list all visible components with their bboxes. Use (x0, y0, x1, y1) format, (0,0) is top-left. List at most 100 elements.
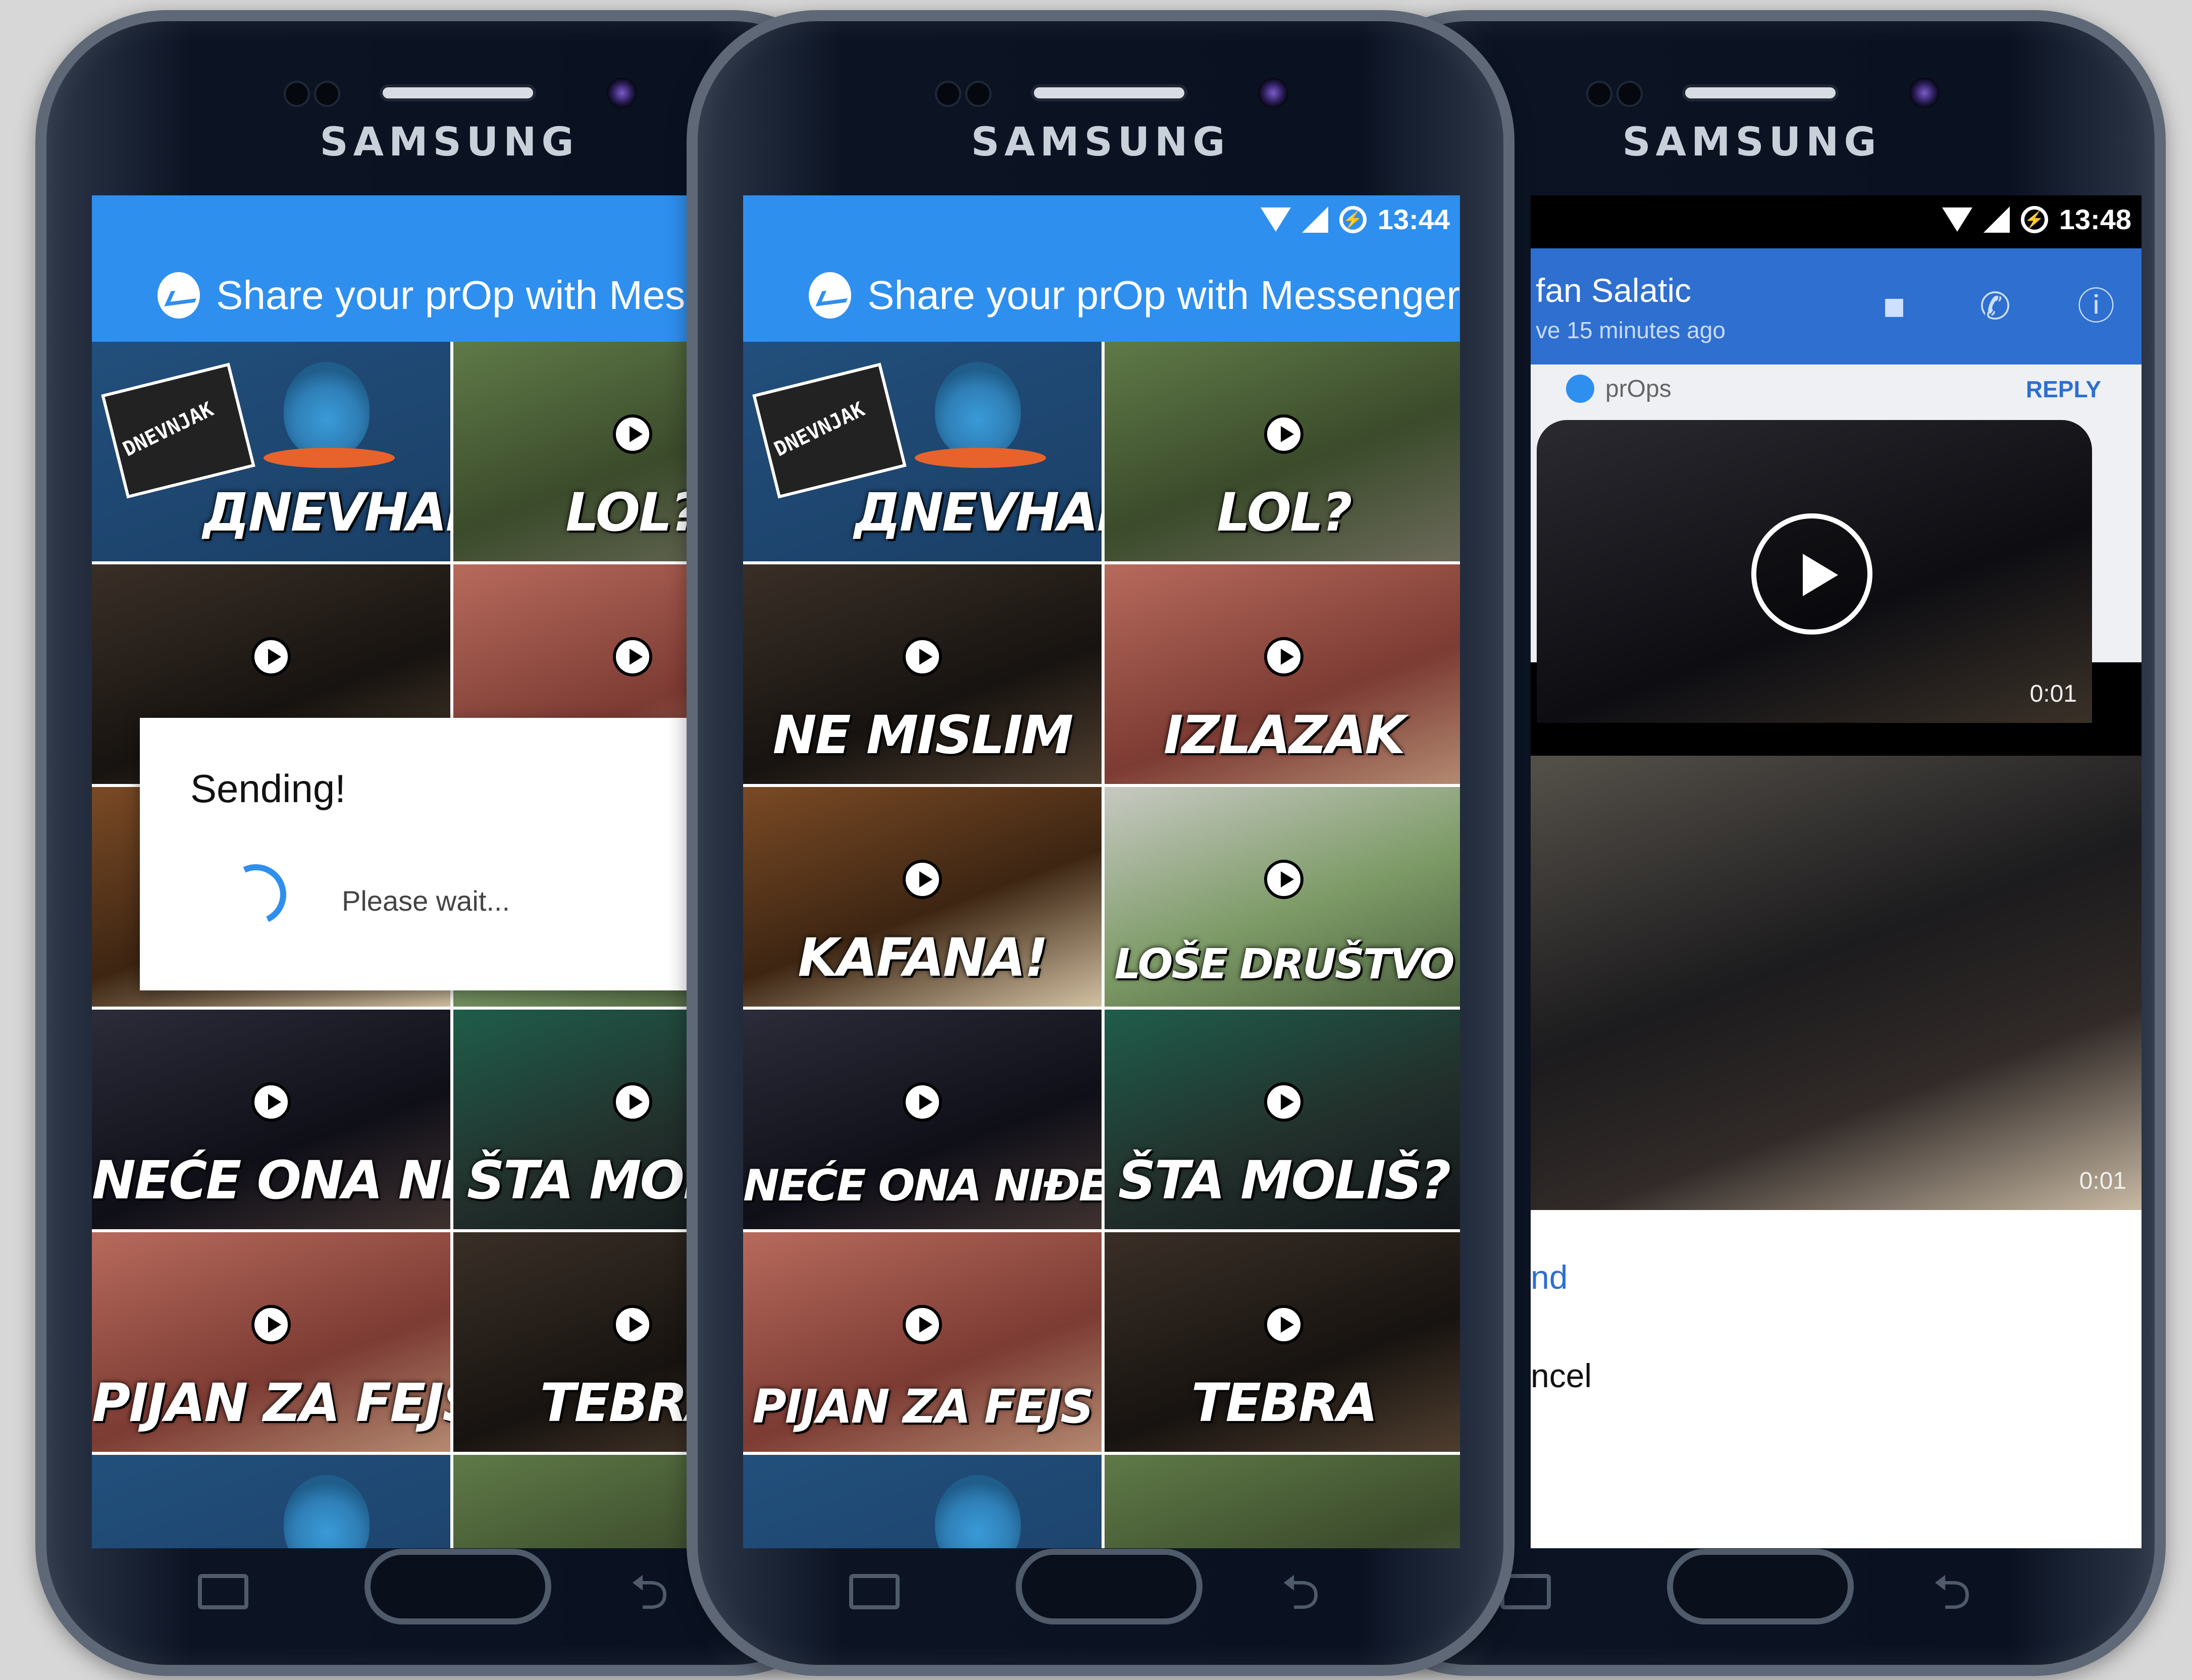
battery-icon: ⚡ (2020, 205, 2048, 233)
info-icon[interactable]: ⓘ (2076, 286, 2116, 327)
action-sheet: nd ncel (1531, 1210, 2142, 1548)
contact-name[interactable]: fan Salatic (1536, 271, 1691, 309)
tile-label: NE MISLIM (772, 704, 1074, 766)
video-message[interactable]: 0:01 (1537, 420, 2092, 723)
play-icon (613, 637, 652, 676)
prop-tile[interactable] (743, 1455, 1102, 1548)
prop-tile[interactable]: LOL? (1105, 342, 1460, 561)
status-bar: ⚡ 13:44 (743, 195, 1460, 248)
tile-label: ДNEVHAK (854, 482, 1102, 543)
home-button[interactable] (364, 1549, 551, 1624)
play-icon (1264, 1304, 1303, 1344)
cancel-option[interactable]: ncel (1531, 1356, 1592, 1395)
tile-label: ДNEVHAK (203, 482, 450, 543)
home-button[interactable] (1016, 1549, 1203, 1624)
moneybag-globe-icon (935, 1475, 1021, 1548)
recent-apps-icon[interactable] (849, 1574, 900, 1609)
back-icon[interactable]: ⮌ (630, 1568, 686, 1617)
back-icon[interactable]: ⮌ (1281, 1568, 1337, 1617)
battery-icon: ⚡ (1339, 205, 1367, 233)
signal-icon (1983, 206, 2010, 233)
earpiece-speaker (1031, 84, 1187, 101)
back-icon[interactable]: ⮌ (1933, 1568, 1988, 1617)
front-camera-icon (1909, 78, 1940, 108)
play-icon (903, 1082, 942, 1122)
tile-label: LOŠE DRUŠTVO (1114, 940, 1454, 988)
prop-tile[interactable] (1105, 1455, 1460, 1548)
play-icon (613, 1304, 652, 1344)
play-icon (613, 1082, 652, 1122)
prop-tile[interactable]: DNEVNJAK ДNEVHAK (92, 342, 450, 561)
prop-tile[interactable]: DNEVNJAK ДNEVHAK (743, 342, 1102, 561)
play-icon (613, 414, 652, 454)
props-sender: prOps (1566, 375, 1672, 403)
sensor-dot (1586, 81, 1612, 107)
wifi-icon (1942, 207, 1972, 232)
props-label: prOps (1605, 375, 1672, 402)
front-camera-icon (607, 78, 637, 108)
wifi-icon (1260, 207, 1291, 232)
tile-label: ŠTA MOLIŠ? (1118, 1149, 1451, 1211)
signal-icon (1301, 206, 1328, 233)
recent-apps-icon[interactable] (198, 1574, 248, 1609)
clapper-icon: DNEVNJAK (101, 362, 255, 499)
play-icon (1264, 859, 1303, 899)
prop-tile[interactable]: KAFANA! (743, 787, 1102, 1007)
sensor-dot (935, 81, 961, 107)
sensor-dot (965, 81, 991, 107)
prop-tile[interactable] (92, 1455, 450, 1548)
prop-tile[interactable]: TEBRA (1105, 1232, 1460, 1452)
loading-spinner-icon (217, 856, 295, 933)
reply-button[interactable]: REPLY (2026, 376, 2101, 403)
video-call-icon[interactable]: ■ (1874, 286, 1914, 327)
earpiece-speaker (1682, 84, 1839, 101)
tile-label: NEĆE ONA NIĐE (743, 1161, 1102, 1211)
play-icon (251, 1082, 291, 1122)
play-icon[interactable] (1751, 513, 1872, 635)
tile-label: NEĆE ONA NIĐE (92, 1149, 450, 1211)
play-icon (251, 1304, 291, 1344)
prop-tile[interactable]: LOŠE DRUŠTVO (1105, 787, 1460, 1007)
dialog-message: Please wait... (342, 885, 510, 917)
chat-header: fan Salatic ve 15 minutes ago ■ ✆ ⓘ (1531, 248, 2142, 364)
prop-tile[interactable]: NE MISLIM (743, 564, 1102, 784)
prop-tile[interactable]: PIJAN ZA FEJS (743, 1232, 1102, 1452)
tile-label: PIJAN ZA FEJS (752, 1380, 1093, 1434)
screen: ⚡ 13:48 fan Salatic ve 15 minutes ago ■ … (1531, 195, 2142, 1548)
phone-hd-icon[interactable]: ✆ (1975, 286, 2015, 327)
prop-tile[interactable]: IZLAZAK (1105, 564, 1460, 784)
status-time: 13:48 (2059, 203, 2131, 235)
front-camera-icon (1258, 78, 1288, 108)
phone-frame-center: SAMSUNG ⚡ 13:44 Share your prOp with Mes… (687, 10, 1515, 1676)
moneybag-globe-icon (284, 1475, 370, 1548)
send-option[interactable]: nd (1531, 1258, 1568, 1296)
play-icon (903, 1304, 942, 1344)
sensor-dot (1616, 81, 1643, 107)
play-icon (251, 637, 291, 676)
earpiece-speaker (380, 84, 536, 101)
tile-label: TEBRA (1191, 1372, 1378, 1434)
tile-label: LOL? (1217, 482, 1352, 543)
home-button[interactable] (1667, 1549, 1854, 1624)
video-duration: 0:01 (2029, 680, 2077, 707)
prop-tile[interactable]: ŠTA MOLIŠ? (1105, 1010, 1460, 1229)
play-icon (903, 859, 942, 899)
play-icon (1264, 637, 1303, 676)
status-bar: ⚡ 13:48 (1531, 195, 2142, 248)
prop-tile[interactable]: PIJAN ZA FEJS (92, 1232, 450, 1452)
play-icon (1264, 1082, 1303, 1122)
share-toolbar: Share your prOp with Messenger (743, 248, 1460, 342)
clapper-icon: DNEVNJAK (752, 362, 907, 499)
messenger-icon (158, 272, 200, 319)
prop-grid: DNEVNJAK ДNEVHAK LOL? NE MISLIM IZLAZAK … (743, 342, 1460, 1548)
moneybag-globe-icon (935, 362, 1021, 458)
prop-tile[interactable]: NEĆE ONA NIĐE (92, 1010, 450, 1229)
props-avatar (1566, 375, 1594, 403)
tile-label: PIJAN ZA FEJS (92, 1372, 450, 1434)
brand-logo: SAMSUNG (971, 120, 1230, 165)
status-time: 13:44 (1377, 203, 1450, 235)
tile-label: KAFANA! (798, 927, 1048, 988)
moneybag-globe-icon (284, 362, 370, 458)
prop-tile[interactable]: NEĆE ONA NIĐE (743, 1010, 1102, 1229)
video-preview: 0:01 (1531, 756, 2142, 1210)
